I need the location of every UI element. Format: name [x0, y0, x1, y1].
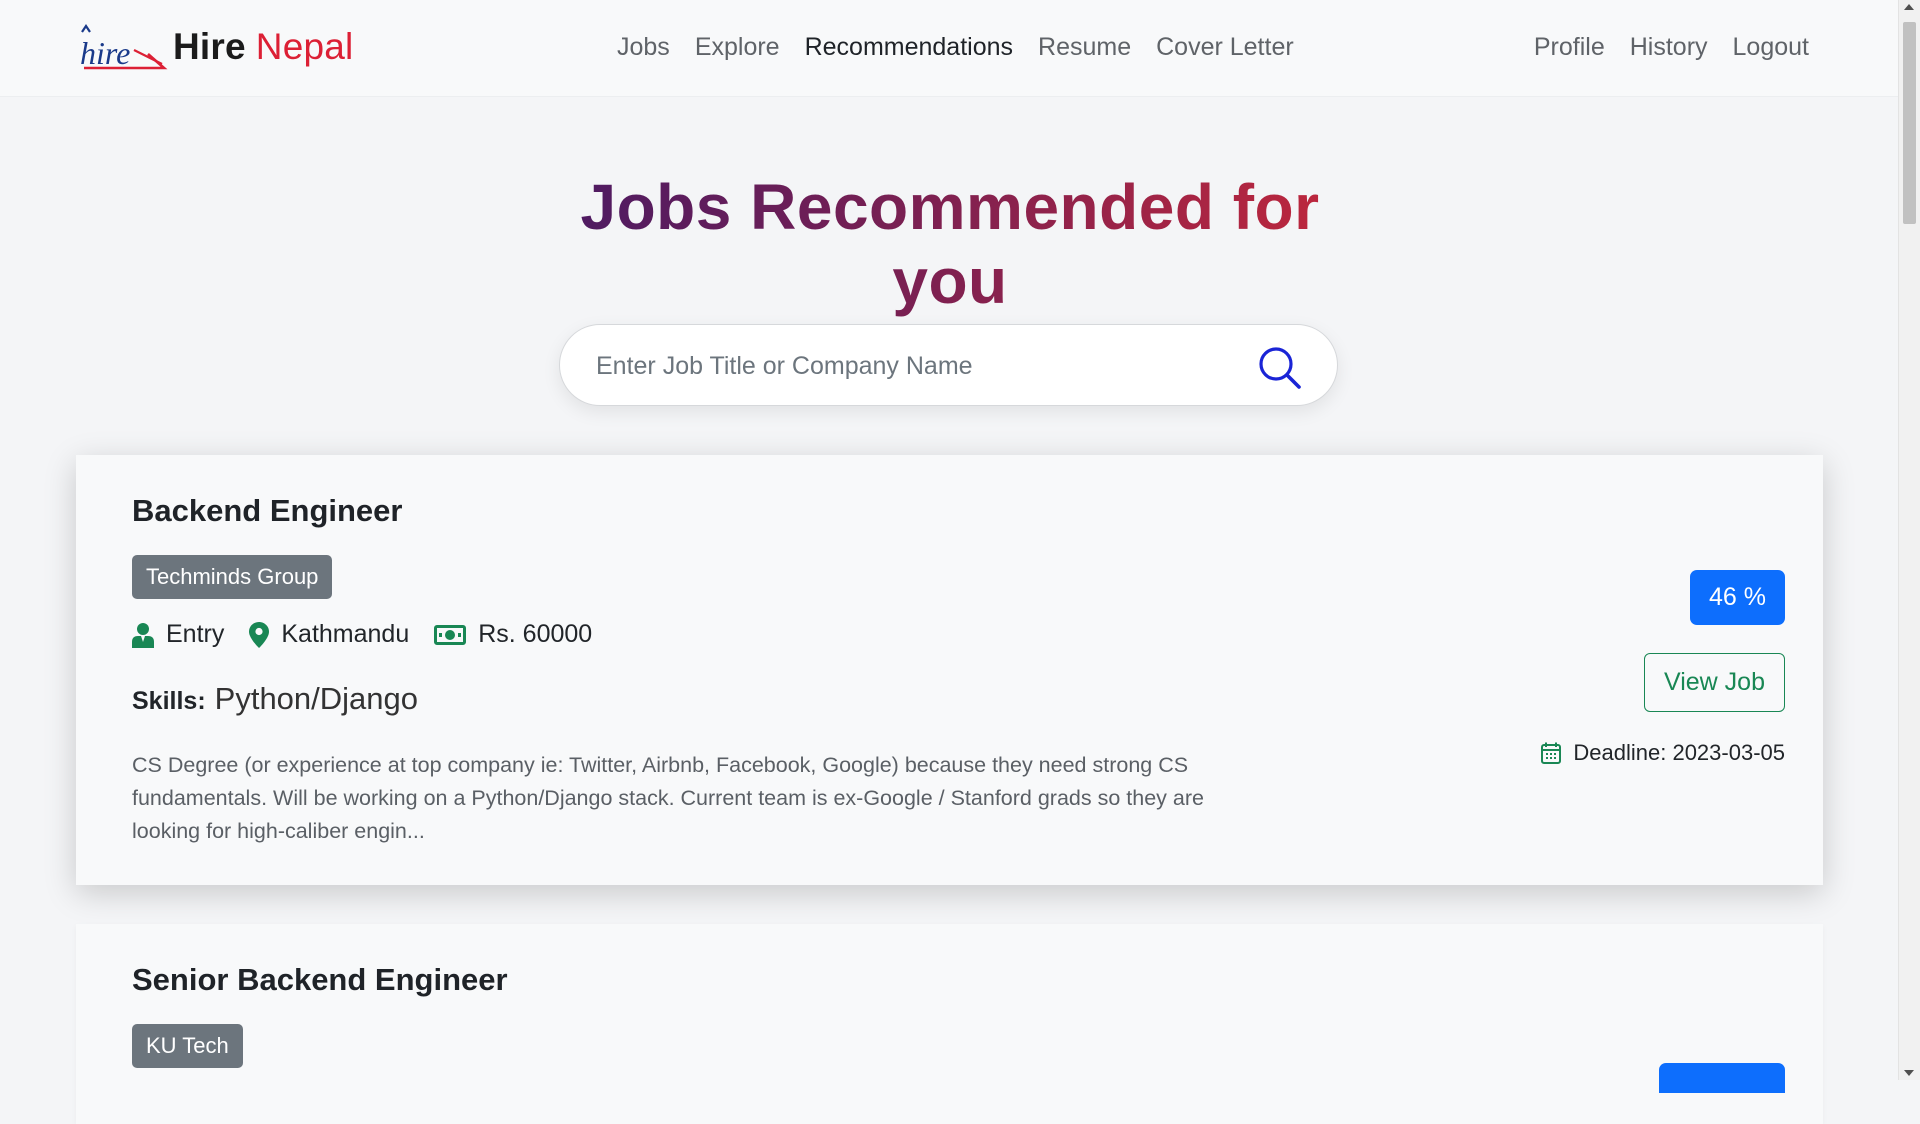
nav-recommendations[interactable]: Recommendations [805, 33, 1013, 62]
nav-logout[interactable]: Logout [1733, 33, 1809, 62]
job-level-text: Entry [166, 620, 225, 648]
calendar-icon [1541, 742, 1562, 764]
job-title: Backend Engineer [132, 493, 403, 528]
company-badge[interactable]: KU Tech [132, 1024, 243, 1068]
page-title-wrap: Jobs Recommended for you [550, 170, 1350, 318]
person-icon [132, 622, 154, 648]
job-title: Senior Backend Engineer [132, 962, 508, 997]
view-job-button[interactable]: View Job [1644, 653, 1785, 712]
scroll-thumb[interactable] [1903, 22, 1916, 224]
job-salary-text: Rs. 60000 [478, 620, 593, 648]
search-icon [1259, 347, 1301, 389]
search-bar [559, 324, 1338, 406]
nav-cover-letter[interactable]: Cover Letter [1156, 33, 1294, 62]
cash-icon [434, 624, 467, 645]
nav-explore[interactable]: Explore [695, 33, 780, 62]
skills-label: Skills: [132, 687, 206, 715]
nav-profile[interactable]: Profile [1534, 33, 1605, 62]
user-nav: Profile History Logout [1509, 33, 1809, 62]
job-salary: Rs. 60000 [434, 620, 592, 649]
job-level: Entry [132, 620, 224, 649]
job-deadline: Deadline: 2023-03-05 [1541, 740, 1785, 766]
brand-nepal: Nepal [255, 26, 354, 67]
scroll-down-arrow-icon[interactable] [1904, 1070, 1914, 1076]
job-description: CS Degree (or experience at top company … [132, 753, 1204, 843]
search-button[interactable] [1257, 345, 1303, 391]
brand-name: Hire Nepal [173, 26, 353, 68]
brand-logo[interactable]: hire Hire Nepal [78, 24, 353, 72]
company-badge[interactable]: Techminds Group [132, 555, 333, 599]
page-title: Jobs Recommended for you [550, 170, 1350, 318]
nav-resume[interactable]: Resume [1038, 33, 1131, 62]
job-location: Kathmandu [249, 620, 409, 649]
job-card: Backend Engineer Techminds Group Entry K… [76, 455, 1823, 885]
match-score-badge [1659, 1063, 1785, 1093]
skills-value: Python/Django [214, 681, 419, 716]
map-pin-icon [249, 621, 270, 648]
job-meta: Entry Kathmandu Rs. 60000 [132, 620, 617, 649]
nav-jobs[interactable]: Jobs [617, 33, 670, 62]
scroll-up-arrow-icon[interactable] [1904, 4, 1914, 10]
page-scrollbar[interactable] [1898, 0, 1920, 1080]
deadline-text: Deadline: 2023-03-05 [1573, 740, 1785, 765]
main-nav: Jobs Explore Recommendations Resume Cove… [617, 33, 1319, 62]
nav-history[interactable]: History [1630, 33, 1708, 62]
job-card: Senior Backend Engineer KU Tech [76, 924, 1823, 1124]
search-input[interactable] [594, 345, 1238, 387]
job-location-text: Kathmandu [281, 620, 410, 648]
job-skills: Skills: Python/Django [132, 681, 418, 717]
match-score-badge: 46 % [1690, 570, 1785, 625]
logo-mark-text: hire [80, 35, 130, 71]
hire-logo-icon: hire [78, 24, 170, 72]
navbar: hire Hire Nepal Jobs Explore Recommendati… [0, 0, 1899, 97]
brand-hire: Hire [173, 26, 246, 67]
